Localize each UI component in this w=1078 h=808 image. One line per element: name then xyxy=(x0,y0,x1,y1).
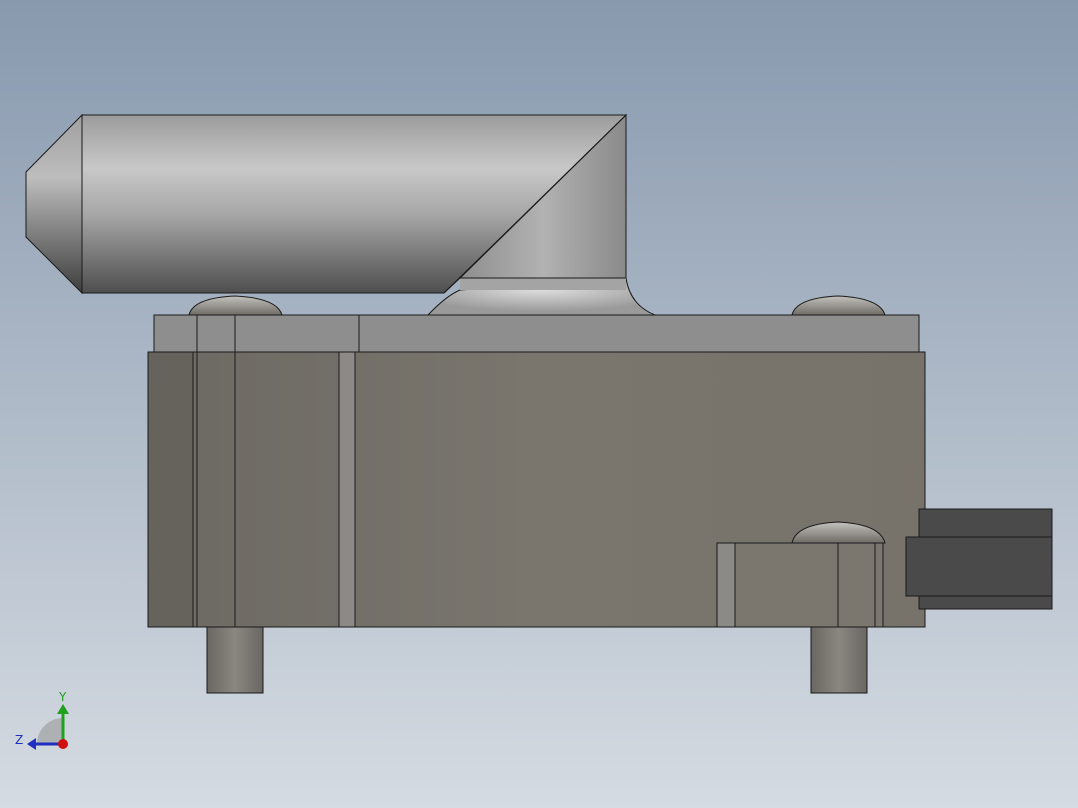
left-leg[interactable] xyxy=(206,626,264,694)
connector-plug xyxy=(905,536,1053,597)
body-left-strip xyxy=(147,351,194,628)
nozzle-elbow-base xyxy=(460,278,626,290)
x-axis-indicator xyxy=(58,739,68,749)
side-bracket[interactable] xyxy=(716,542,884,628)
right-leg[interactable] xyxy=(810,626,868,694)
model-view[interactable]: Y Z xyxy=(0,0,1078,808)
top-plate[interactable] xyxy=(153,314,920,353)
body-groove xyxy=(338,351,356,628)
y-axis-label: Y xyxy=(58,690,67,704)
z-axis-label: Z xyxy=(15,733,23,747)
side-bracket-slot xyxy=(716,542,736,628)
graphics-viewport[interactable]: Y Z xyxy=(0,0,1078,808)
